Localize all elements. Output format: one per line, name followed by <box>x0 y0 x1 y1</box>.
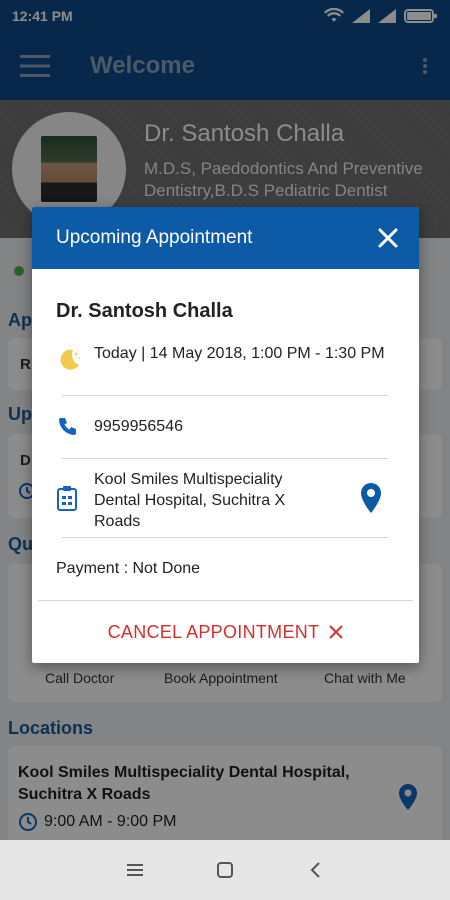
cancel-appointment-button[interactable]: CANCEL APPOINTMENT <box>32 601 419 663</box>
dialog-title: Upcoming Appointment <box>56 227 253 248</box>
close-button[interactable] <box>357 207 419 269</box>
system-nav-bar <box>0 840 450 900</box>
payment-status: Payment : Not Done <box>56 560 201 577</box>
app-screen: 12:41 PM Welcome Dr. Santosh Challa M.D.… <box>0 0 450 900</box>
cancel-x-icon <box>329 625 344 639</box>
location-pin-icon[interactable] <box>360 483 382 513</box>
nav-recents-icon <box>127 864 143 876</box>
cancel-appointment-label: CANCEL APPOINTMENT <box>107 621 320 642</box>
close-icon <box>378 228 398 248</box>
clinic-row[interactable]: Kool Smiles Multispeciality Dental Hospi… <box>56 469 386 532</box>
doctor-phone: 9959956546 <box>94 418 183 435</box>
divider <box>62 395 388 396</box>
divider <box>62 537 388 538</box>
clinic-name: Kool Smiles Multispeciality Dental Hospi… <box>94 471 286 530</box>
nav-back-button[interactable] <box>295 850 335 890</box>
dialog-doctor-name: Dr. Santosh Challa <box>56 300 233 322</box>
nav-recents-button[interactable] <box>115 850 155 890</box>
appointment-datetime: Today | 14 May 2018, 1:00 PM - 1:30 PM <box>94 345 385 362</box>
appointment-datetime-row: Today | 14 May 2018, 1:00 PM - 1:30 PM <box>56 343 396 373</box>
divider <box>62 458 388 459</box>
phone-row[interactable]: 9959956546 <box>56 416 396 440</box>
moon-icon <box>60 349 80 370</box>
nav-home-button[interactable] <box>205 850 245 890</box>
dialog-header: Upcoming Appointment <box>32 207 419 269</box>
phone-icon <box>59 418 76 435</box>
upcoming-appointment-dialog: Upcoming Appointment Dr. Santosh Challa … <box>32 207 419 663</box>
nav-home-icon <box>217 862 233 878</box>
nav-back-icon <box>310 862 320 878</box>
clinic-icon <box>57 486 77 511</box>
